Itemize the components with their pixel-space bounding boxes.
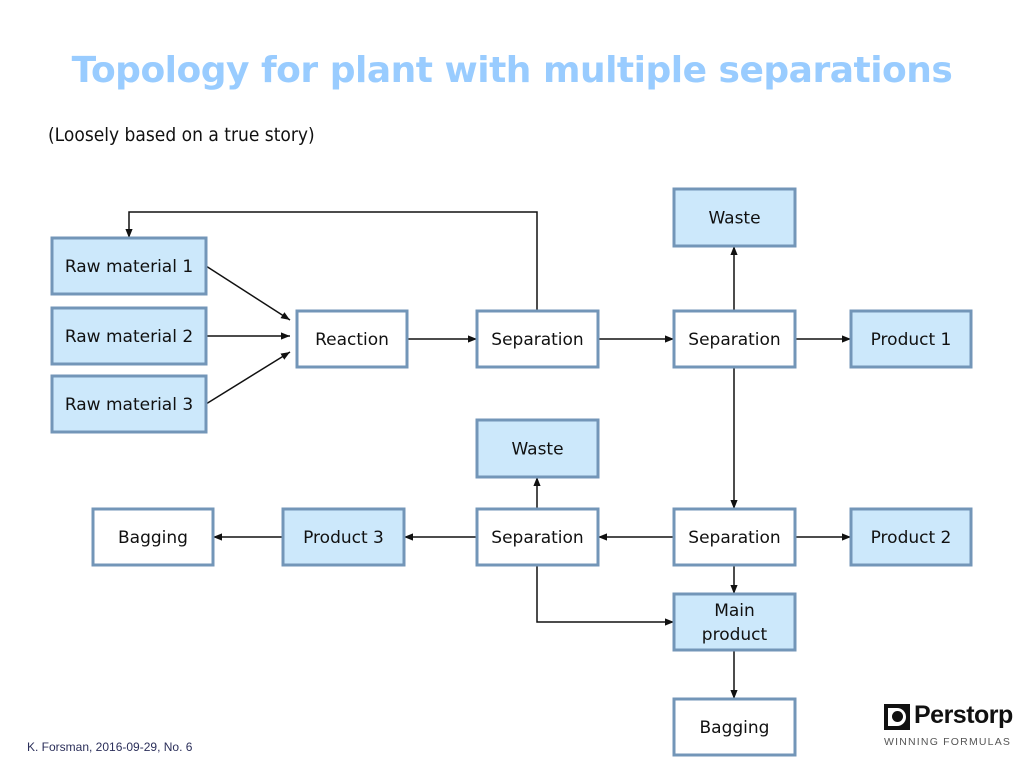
process-flow-diagram: Raw material 1 Raw material 2 Raw material… (50, 187, 973, 757)
node-label: Reaction (315, 330, 389, 350)
node-prod1: Product 1 (849, 309, 973, 369)
node-prod2: Product 2 (849, 507, 973, 567)
node-prod3: Product 3 (281, 507, 406, 567)
node-raw2: Raw material 2 (50, 306, 208, 366)
nodes-layer: Raw material 1 Raw material 2 Raw material… (50, 187, 973, 757)
logo-name: Perstorp (914, 701, 1013, 729)
node-sep1: Separation (475, 309, 600, 369)
node-waste1: Waste (672, 187, 797, 248)
flow-arrow-raw3-to-reaction (205, 351, 291, 405)
logo-mark-icon (884, 704, 910, 730)
flow-arrow-raw1-to-reaction (205, 265, 291, 321)
node-label: Separation (688, 528, 780, 548)
node-bag1: Bagging (91, 507, 215, 567)
flow-arrow-sep4-to-main (536, 565, 674, 626)
footer-text: K. Forsman, 2016-09-29, No. 6 (27, 740, 193, 754)
node-label: Product 1 (871, 330, 952, 350)
node-raw3: Raw material 3 (50, 374, 208, 434)
node-main: Main product (672, 592, 797, 652)
node-label: Raw material 3 (65, 395, 193, 415)
node-label: Bagging (118, 528, 188, 548)
node-label: Waste (708, 209, 760, 229)
node-label: Main (714, 601, 755, 621)
node-sep4: Separation (475, 507, 600, 567)
company-logo: Perstorp WINNING FORMULAS (884, 701, 1013, 752)
node-waste2: Waste (475, 418, 600, 479)
node-raw1: Raw material 1 (50, 236, 208, 296)
node-label: product (702, 625, 768, 645)
logo-tagline: WINNING FORMULAS (884, 736, 1012, 748)
node-reaction: Reaction (295, 309, 409, 369)
node-label: Product 3 (303, 528, 384, 548)
node-label: Raw material 2 (65, 327, 193, 347)
node-sep2: Separation (672, 309, 797, 369)
node-label: Separation (491, 528, 583, 548)
node-label: Separation (491, 330, 583, 350)
node-sep3: Separation (672, 507, 797, 567)
node-label: Waste (511, 440, 563, 460)
node-label: Bagging (700, 718, 770, 738)
node-label: Separation (688, 330, 780, 350)
node-label: Product 2 (871, 528, 952, 548)
node-label: Raw material 1 (65, 257, 193, 277)
node-bag2: Bagging (672, 697, 797, 757)
